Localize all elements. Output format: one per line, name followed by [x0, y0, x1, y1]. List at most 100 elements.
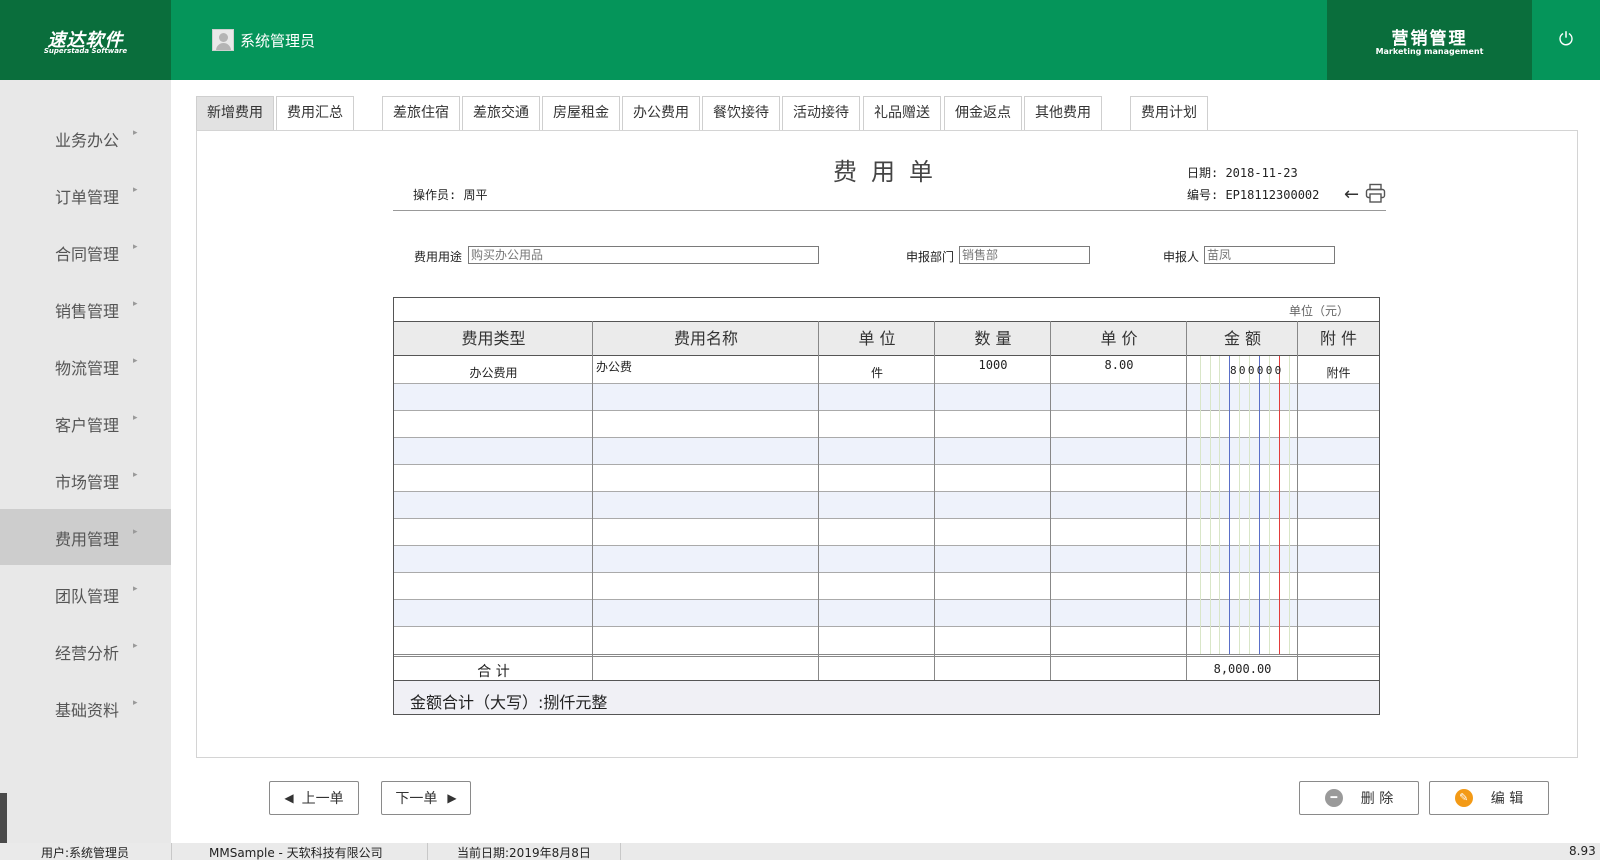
unit-note: 单位（元）	[1288, 304, 1349, 318]
back-arrow-icon[interactable]: ←	[1344, 184, 1359, 205]
table-row[interactable]	[394, 573, 1379, 600]
cell-unit[interactable]: 件	[819, 364, 935, 381]
chevron-right-icon: ▸	[133, 698, 138, 708]
tab-expense-summary[interactable]: 费用汇总	[276, 96, 354, 131]
sidebar-item-label: 业务办公	[55, 131, 120, 150]
amount-in-words-row: 金额合计（大写）:捌仟元整	[394, 681, 1379, 714]
edit-button[interactable]: ✎ 编 辑	[1429, 781, 1549, 815]
header-qty: 数 量	[974, 329, 1012, 348]
status-bar: 用户:系统管理员 MMSample - 天软科技有限公司 当前日期:2019年8…	[0, 843, 1600, 860]
status-divider	[171, 843, 172, 860]
company-logo: 速达软件 Superstada Software	[0, 0, 171, 80]
cell-amount[interactable]: 800000	[1230, 364, 1284, 377]
purpose-input[interactable]: 购买办公用品	[468, 246, 819, 264]
table-row[interactable]	[394, 438, 1379, 465]
col-divider	[1186, 321, 1187, 681]
cell-name[interactable]: 办公费	[596, 358, 632, 375]
purpose-label: 费用用途	[414, 250, 463, 264]
row-divider	[394, 383, 1379, 384]
sidebar-item-label: 订单管理	[55, 188, 120, 207]
triangle-left-icon: ◀	[284, 791, 294, 805]
sidebar-item-sales[interactable]: 销售管理 ▸	[0, 281, 171, 337]
sidebar-item-office[interactable]: 业务办公 ▸	[0, 110, 171, 166]
cell-price[interactable]: 8.00	[1051, 358, 1187, 372]
operator-label: 操作员: 周平	[413, 188, 488, 202]
sidebar-item-market[interactable]: 市场管理 ▸	[0, 452, 171, 508]
tab-travel-transport[interactable]: 差旅交通	[462, 96, 540, 131]
chevron-right-icon: ▸	[133, 527, 138, 537]
chevron-right-icon: ▸	[133, 185, 138, 195]
applicant-input[interactable]: 苗凤	[1204, 246, 1335, 264]
table-row[interactable]	[394, 465, 1379, 492]
dept-label: 申报部门	[906, 250, 955, 264]
table-row[interactable]	[394, 546, 1379, 573]
digit-guide-decimal	[1279, 356, 1280, 654]
print-icon[interactable]	[1365, 183, 1386, 204]
tab-new-expense[interactable]: 新增费用	[196, 96, 274, 131]
status-version: 8.93	[1569, 844, 1596, 858]
table-row[interactable]	[394, 519, 1379, 546]
edit-label: 编 辑	[1490, 791, 1524, 807]
current-user[interactable]: 系统管理员	[212, 28, 315, 52]
digit-guide	[1249, 356, 1250, 654]
expense-table: 单位（元） 费用类型 费用名称 单 位 数 量 单 价 金 额 附 件 办公费用…	[393, 297, 1380, 715]
logo-en: Superstada Software	[43, 47, 128, 55]
tab-office-expense[interactable]: 办公费用	[622, 96, 700, 131]
avatar-icon	[212, 29, 234, 51]
row-divider	[394, 572, 1379, 573]
prev-button[interactable]: ◀ 上一单	[269, 781, 359, 815]
tab-expense-plan[interactable]: 费用计划	[1130, 96, 1208, 131]
sidebar-item-basedata[interactable]: 基础资料 ▸	[0, 680, 171, 736]
tab-travel-lodging[interactable]: 差旅住宿	[382, 96, 460, 131]
user-label: 系统管理员	[240, 31, 316, 50]
sidebar-scroll-handle[interactable]	[0, 793, 7, 848]
minus-circle-icon: ━	[1324, 789, 1343, 807]
row-divider	[394, 437, 1379, 438]
tab-activity[interactable]: 活动接待	[782, 96, 860, 131]
sum-label: 合 计	[477, 664, 510, 680]
digit-guide-thousand	[1259, 356, 1260, 654]
row-divider	[394, 410, 1379, 411]
next-button[interactable]: 下一单 ▶	[381, 781, 471, 815]
table-row[interactable]	[394, 600, 1379, 627]
sidebar-item-customers[interactable]: 客户管理 ▸	[0, 395, 171, 451]
status-divider	[427, 843, 428, 860]
sidebar-item-analysis[interactable]: 经营分析 ▸	[0, 623, 171, 679]
tab-other-expense[interactable]: 其他费用	[1024, 96, 1102, 131]
table-row[interactable]	[394, 411, 1379, 438]
cell-qty[interactable]: 1000	[935, 358, 1051, 372]
sidebar-item-expenses[interactable]: 费用管理 ▸	[0, 509, 171, 565]
chevron-right-icon: ▸	[133, 242, 138, 252]
sidebar-item-contracts[interactable]: 合同管理 ▸	[0, 224, 171, 280]
digit-guide	[1210, 356, 1211, 654]
sidebar-item-team[interactable]: 团队管理 ▸	[0, 566, 171, 622]
tab-rent[interactable]: 房屋租金	[542, 96, 620, 131]
delete-label: 删 除	[1360, 791, 1394, 807]
table-row[interactable]	[394, 384, 1379, 411]
sum-row: 合 计 8,000.00	[394, 654, 1379, 681]
table-row[interactable]	[394, 627, 1379, 654]
header-name: 费用名称	[673, 329, 738, 348]
chevron-right-icon: ▸	[133, 299, 138, 309]
delete-button[interactable]: ━ 删 除	[1299, 781, 1419, 815]
power-icon[interactable]: ⏻	[1556, 30, 1576, 50]
chevron-right-icon: ▸	[133, 413, 138, 423]
table-row[interactable]	[394, 492, 1379, 519]
header-price: 单 价	[1100, 329, 1138, 348]
prev-label: 上一单	[301, 791, 344, 807]
tab-commission[interactable]: 佣金返点	[944, 96, 1022, 131]
status-company: MMSample - 天软科技有限公司	[209, 846, 383, 860]
sidebar-item-label: 团队管理	[55, 587, 120, 606]
top-header: 速达软件 Superstada Software 系统管理员 营销管理 Mark…	[0, 0, 1600, 80]
cell-type[interactable]: 办公费用	[394, 364, 593, 381]
cell-attach[interactable]: 附件	[1298, 364, 1379, 381]
page-title: 费用单	[833, 158, 947, 186]
dept-input[interactable]: 销售部	[959, 246, 1090, 264]
status-date: 当前日期:2019年8月8日	[457, 846, 591, 860]
tab-dining[interactable]: 餐饮接待	[702, 96, 780, 131]
tab-gifts[interactable]: 礼品赠送	[863, 96, 941, 131]
sidebar-item-orders[interactable]: 订单管理 ▸	[0, 167, 171, 223]
sidebar-item-logistics[interactable]: 物流管理 ▸	[0, 338, 171, 394]
applicant-label: 申报人	[1163, 250, 1200, 264]
chevron-right-icon: ▸	[133, 356, 138, 366]
